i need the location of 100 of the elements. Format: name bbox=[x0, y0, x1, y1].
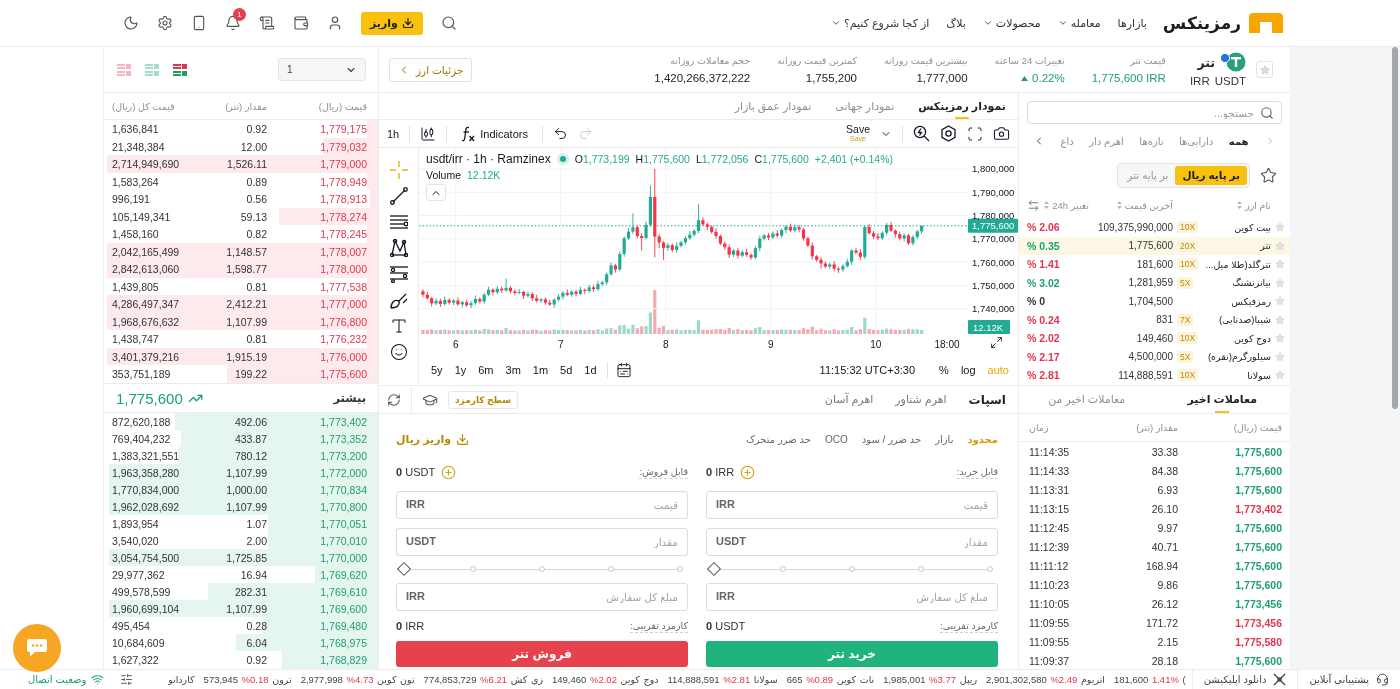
price-cell[interactable]: 1,778,913 bbox=[267, 193, 367, 205]
fee-level-button[interactable]: سطح کارمزد bbox=[448, 390, 519, 409]
trade-mode-tab[interactable]: اهرم شناور bbox=[895, 393, 947, 406]
buy-button[interactable]: خرید تتر bbox=[706, 641, 998, 667]
levels-icon[interactable] bbox=[389, 265, 408, 283]
sort-column-button[interactable]: تغییر 24h bbox=[1044, 199, 1089, 211]
order-type-tab[interactable]: حد ضرر / سود bbox=[861, 433, 922, 445]
nav-item[interactable]: معامله bbox=[1057, 16, 1101, 30]
app-download-button[interactable]: دانلود اپلیکیشن bbox=[1191, 670, 1298, 689]
sort-column-button[interactable]: نام ارز bbox=[1173, 199, 1271, 211]
layout-button[interactable] bbox=[173, 63, 187, 76]
market-tab[interactable]: دارایی‌ها bbox=[1179, 135, 1214, 147]
price-cell[interactable]: 1,768,829 bbox=[267, 654, 367, 666]
fullscreen-icon[interactable] bbox=[967, 125, 983, 142]
more-link[interactable]: بیشتر bbox=[333, 391, 366, 405]
price-cell[interactable]: 1,779,175 bbox=[267, 123, 367, 135]
price-cell[interactable]: 1,778,949 bbox=[267, 175, 367, 188]
text-tool-icon[interactable] bbox=[389, 317, 408, 335]
step-dot-icon[interactable] bbox=[780, 566, 786, 572]
order-type-tab[interactable]: محدود bbox=[967, 433, 998, 445]
nav-item[interactable]: بلاگ bbox=[946, 16, 966, 30]
collapse-button[interactable] bbox=[426, 184, 446, 201]
price-cell[interactable]: 1,773,200 bbox=[267, 449, 367, 462]
range-button[interactable]: 3m bbox=[503, 364, 523, 376]
price-cell[interactable]: 1,775,600 bbox=[267, 368, 367, 380]
pattern-icon[interactable] bbox=[389, 239, 408, 257]
trades-tab[interactable]: معاملات اخیر bbox=[1154, 386, 1290, 413]
star-icon[interactable] bbox=[1275, 240, 1285, 251]
smiley-icon[interactable] bbox=[389, 343, 408, 361]
bell-icon[interactable] bbox=[225, 15, 241, 31]
nav-item[interactable]: محصولات bbox=[982, 16, 1041, 30]
price-cell[interactable]: 1,777,538 bbox=[267, 280, 367, 293]
settings-icon[interactable] bbox=[157, 15, 173, 31]
undo-icon[interactable] bbox=[552, 126, 568, 141]
sell-button[interactable]: فروش تتر bbox=[396, 641, 688, 667]
chart-tab[interactable]: نمودار جهانی bbox=[835, 93, 895, 119]
star-icon[interactable] bbox=[1275, 222, 1285, 233]
step-dot-icon[interactable] bbox=[677, 566, 683, 572]
market-tab[interactable]: داغ bbox=[1060, 135, 1074, 147]
settings-icon[interactable] bbox=[940, 125, 957, 142]
chart-tab[interactable]: نمودار رمزینکس bbox=[918, 93, 1006, 119]
base-toggle-button[interactable]: بر پایه ریال bbox=[1175, 165, 1247, 185]
range-button[interactable]: 5y bbox=[429, 364, 445, 376]
search-input[interactable]: جستجو... bbox=[1027, 101, 1282, 124]
star-icon[interactable] bbox=[1275, 351, 1285, 362]
price-cell[interactable]: 1,769,600 bbox=[267, 602, 367, 615]
phone-icon[interactable] bbox=[191, 15, 207, 31]
step-dot-icon[interactable] bbox=[608, 566, 614, 572]
range-button[interactable]: 1m bbox=[530, 364, 551, 376]
market-tab[interactable]: تازه‌ها bbox=[1139, 135, 1164, 147]
crosshair-icon[interactable] bbox=[389, 161, 408, 179]
trade-mode-tab[interactable]: اسپات bbox=[968, 392, 1006, 407]
step-dot-icon[interactable] bbox=[849, 566, 855, 572]
lightning-search-icon[interactable] bbox=[913, 125, 930, 142]
nav-item[interactable]: از کجا شروع کنیم؟ bbox=[830, 16, 930, 30]
step-dot-icon[interactable] bbox=[539, 566, 545, 572]
price-cell[interactable]: 1,769,620 bbox=[267, 568, 367, 581]
sort-column-button[interactable]: آخرین قیمت bbox=[1089, 199, 1173, 211]
wallet-icon[interactable] bbox=[293, 15, 309, 31]
trade-mode-tab[interactable]: اهرم آسان bbox=[824, 393, 874, 406]
plus-circle-icon[interactable] bbox=[740, 464, 756, 480]
user-icon[interactable] bbox=[327, 15, 343, 31]
price-cell[interactable]: 1,776,000 bbox=[267, 350, 367, 363]
refresh-icon[interactable] bbox=[387, 392, 401, 407]
star-icon[interactable] bbox=[1275, 259, 1285, 270]
tick-size-select[interactable]: 1 bbox=[278, 58, 366, 81]
star-icon[interactable] bbox=[1275, 277, 1285, 288]
price-cell[interactable]: 1,770,010 bbox=[267, 534, 367, 547]
step-dot-icon[interactable] bbox=[470, 566, 476, 572]
parallel-lines-icon[interactable] bbox=[389, 213, 408, 231]
price-cell[interactable]: 1,769,480 bbox=[267, 619, 367, 632]
deposit-button[interactable]: واریز bbox=[361, 11, 423, 35]
plus-circle-icon[interactable] bbox=[441, 464, 457, 480]
candlestick-icon[interactable] bbox=[420, 125, 437, 142]
market-tab[interactable]: اهرم دار bbox=[1089, 135, 1124, 147]
price-cell[interactable]: 1,779,000 bbox=[267, 158, 367, 170]
price-cell[interactable]: 1,770,834 bbox=[267, 483, 367, 496]
sliders-icon[interactable] bbox=[120, 673, 134, 686]
indicators-button[interactable]: Indicators bbox=[457, 125, 532, 142]
trend-line-icon[interactable] bbox=[389, 187, 408, 205]
range-button[interactable]: 6m bbox=[476, 364, 496, 376]
calendar-icon[interactable] bbox=[615, 362, 632, 378]
price-cell[interactable]: 1,772,000 bbox=[267, 466, 367, 479]
star-icon[interactable] bbox=[1275, 370, 1285, 381]
document-icon[interactable] bbox=[259, 15, 275, 31]
scale-mode-button[interactable]: % bbox=[937, 364, 951, 376]
price-cell[interactable]: 1,769,610 bbox=[267, 585, 367, 598]
interval-button[interactable]: 1h bbox=[387, 127, 400, 140]
price-cell[interactable]: 1,778,007 bbox=[267, 245, 367, 258]
chat-button[interactable] bbox=[13, 624, 61, 672]
price-cell[interactable]: 1,778,245 bbox=[267, 228, 367, 240]
price-cell[interactable]: 1,778,000 bbox=[267, 263, 367, 275]
market-tab[interactable]: همه bbox=[1228, 135, 1249, 147]
range-button[interactable]: 1d bbox=[582, 364, 599, 376]
details-button[interactable]: جزئیات ارز bbox=[389, 57, 473, 82]
price-cell[interactable]: 1,773,402 bbox=[267, 415, 367, 428]
step-dot-icon[interactable] bbox=[918, 566, 924, 572]
order-type-tab[interactable]: حد ضرر متحرک bbox=[745, 433, 811, 445]
star-icon[interactable] bbox=[1275, 314, 1285, 325]
price-cell[interactable]: 1,777,000 bbox=[267, 298, 367, 310]
